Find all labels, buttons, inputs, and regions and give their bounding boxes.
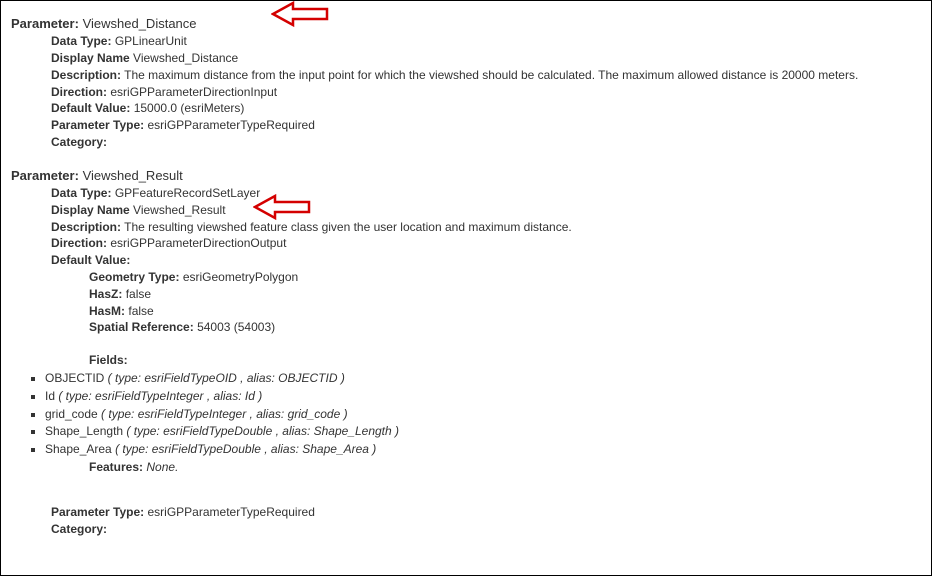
field-item: Shape_Area ( type: esriFieldTypeDouble ,…	[45, 441, 921, 458]
direction-row: Direction: esriGPParameterDirectionInput	[51, 84, 921, 101]
param-type-label: Parameter Type:	[51, 118, 144, 132]
category-label: Category:	[51, 135, 107, 149]
spatial-ref-value: 54003 (54003)	[197, 320, 275, 334]
field-item: grid_code ( type: esriFieldTypeInteger ,…	[45, 406, 921, 423]
field-details: ( type: esriFieldTypeDouble , alias: Sha…	[126, 424, 399, 438]
category-row: Category:	[51, 521, 921, 538]
parameter-header: Parameter: Viewshed_Result	[11, 167, 921, 185]
description-value: The resulting viewshed feature class giv…	[124, 220, 572, 234]
direction-value: esriGPParameterDirectionOutput	[110, 236, 286, 250]
parameter-label: Parameter:	[11, 168, 79, 183]
field-name: Shape_Length	[45, 424, 126, 438]
field-details: ( type: esriFieldTypeDouble , alias: Sha…	[115, 442, 376, 456]
default-value-row: Default Value: 15000.0 (esriMeters)	[51, 100, 921, 117]
field-name: Id	[45, 389, 58, 403]
geometry-type-label: Geometry Type:	[89, 270, 179, 284]
display-name-value: Viewshed_Result	[133, 203, 226, 217]
callout-arrow-icon	[271, 0, 331, 28]
param-type-row: Parameter Type: esriGPParameterTypeRequi…	[51, 117, 921, 134]
fields-label: Fields:	[89, 353, 128, 367]
field-item: Id ( type: esriFieldTypeInteger , alias:…	[45, 388, 921, 405]
display-name-row: Display Name Viewshed_Result	[51, 202, 921, 219]
hasz-label: HasZ:	[89, 287, 122, 301]
description-row: Description: The maximum distance from t…	[51, 67, 921, 84]
direction-row: Direction: esriGPParameterDirectionOutpu…	[51, 235, 921, 252]
parameter-header: Parameter: Viewshed_Distance	[11, 15, 921, 33]
data-type-row: Data Type: GPFeatureRecordSetLayer	[51, 185, 921, 202]
parameter-label: Parameter:	[11, 16, 79, 31]
default-value-label: Default Value:	[51, 253, 130, 267]
param-type-value: esriGPParameterTypeRequired	[148, 505, 315, 519]
features-value: None.	[146, 460, 178, 474]
hasz-row: HasZ: false	[89, 286, 921, 303]
data-type-value: GPFeatureRecordSetLayer	[115, 186, 260, 200]
description-label: Description:	[51, 220, 121, 234]
field-item: OBJECTID ( type: esriFieldTypeOID , alia…	[45, 370, 921, 387]
display-name-label: Display Name	[51, 203, 130, 217]
parameter-name: Viewshed_Distance	[83, 16, 197, 31]
geometry-type-row: Geometry Type: esriGeometryPolygon	[89, 269, 921, 286]
direction-label: Direction:	[51, 236, 107, 250]
data-type-value: GPLinearUnit	[115, 34, 187, 48]
data-type-row: Data Type: GPLinearUnit	[51, 33, 921, 50]
geometry-type-value: esriGeometryPolygon	[183, 270, 298, 284]
spatial-ref-label: Spatial Reference:	[89, 320, 194, 334]
description-value: The maximum distance from the input poin…	[124, 68, 858, 82]
field-details: ( type: esriFieldTypeOID , alias: OBJECT…	[108, 371, 345, 385]
field-name: grid_code	[45, 407, 101, 421]
description-label: Description:	[51, 68, 121, 82]
field-details: ( type: esriFieldTypeInteger , alias: gr…	[101, 407, 348, 421]
param-type-row: Parameter Type: esriGPParameterTypeRequi…	[51, 504, 921, 521]
field-details: ( type: esriFieldTypeInteger , alias: Id…	[58, 389, 262, 403]
hasm-row: HasM: false	[89, 303, 921, 320]
display-name-value: Viewshed_Distance	[133, 51, 238, 65]
spatial-ref-row: Spatial Reference: 54003 (54003)	[89, 319, 921, 336]
hasm-label: HasM:	[89, 304, 125, 318]
field-item: Shape_Length ( type: esriFieldTypeDouble…	[45, 423, 921, 440]
hasm-value: false	[128, 304, 153, 318]
features-row: Features: None.	[89, 459, 921, 476]
default-value-row: Default Value:	[51, 252, 921, 269]
display-name-row: Display Name Viewshed_Distance	[51, 50, 921, 67]
hasz-value: false	[126, 287, 151, 301]
data-type-label: Data Type:	[51, 34, 111, 48]
default-value-value: 15000.0 (esriMeters)	[134, 101, 245, 115]
callout-arrow-icon	[253, 193, 313, 221]
description-row: Description: The resulting viewshed feat…	[51, 219, 921, 236]
display-name-label: Display Name	[51, 51, 130, 65]
category-label: Category:	[51, 522, 107, 536]
parameter-name: Viewshed_Result	[83, 168, 183, 183]
data-type-label: Data Type:	[51, 186, 111, 200]
fields-row: Fields:	[89, 352, 921, 369]
field-name: OBJECTID	[45, 371, 108, 385]
features-label: Features:	[89, 460, 143, 474]
fields-list: OBJECTID ( type: esriFieldTypeOID , alia…	[45, 370, 921, 458]
param-type-label: Parameter Type:	[51, 505, 144, 519]
direction-label: Direction:	[51, 85, 107, 99]
default-value-label: Default Value:	[51, 101, 130, 115]
category-row: Category:	[51, 134, 921, 151]
field-name: Shape_Area	[45, 442, 115, 456]
direction-value: esriGPParameterDirectionInput	[110, 85, 277, 99]
parameter-block: Parameter: Viewshed_Result Data Type: GP…	[11, 167, 921, 538]
parameter-block: Parameter: Viewshed_Distance Data Type: …	[11, 15, 921, 151]
param-type-value: esriGPParameterTypeRequired	[148, 118, 315, 132]
